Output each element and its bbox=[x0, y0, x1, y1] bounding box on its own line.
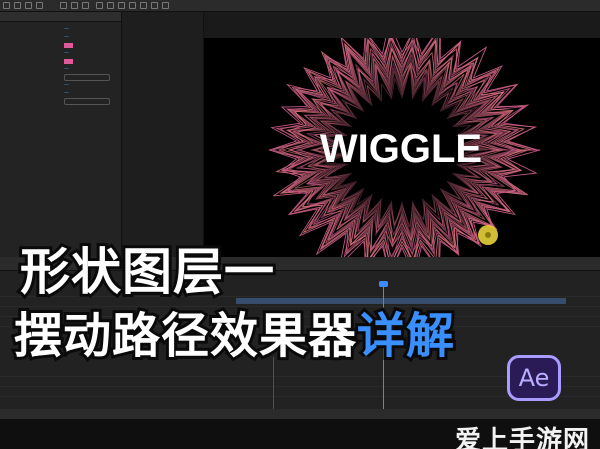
puppet-icon[interactable] bbox=[162, 2, 169, 9]
site-watermark: 爱上手游网 bbox=[454, 426, 590, 449]
fx-row[interactable]: — bbox=[0, 66, 121, 74]
fx-row[interactable] bbox=[0, 98, 121, 106]
pan-icon[interactable] bbox=[82, 2, 89, 9]
home-icon[interactable] bbox=[3, 2, 10, 9]
rotate-icon[interactable] bbox=[60, 2, 67, 9]
fx-value: — bbox=[64, 66, 69, 72]
color-swatch[interactable] bbox=[64, 59, 73, 64]
fx-row[interactable] bbox=[0, 58, 121, 66]
camera-icon[interactable] bbox=[71, 2, 78, 9]
panel-tabs bbox=[0, 12, 121, 22]
fx-value: — bbox=[64, 82, 69, 88]
reset-button[interactable] bbox=[64, 98, 110, 105]
fx-row[interactable]: — bbox=[0, 50, 121, 58]
wiggle-shape: WIGGLE bbox=[268, 38, 541, 263]
fx-row[interactable] bbox=[0, 42, 121, 50]
after-effects-logo: Ae bbox=[507, 355, 561, 401]
banner-title-accent: 详解 bbox=[354, 305, 457, 367]
banner-title-main: 摆动路径效果器 bbox=[11, 305, 359, 367]
fx-value: — bbox=[64, 50, 69, 56]
eraser-icon[interactable] bbox=[151, 2, 158, 9]
color-swatch[interactable] bbox=[64, 43, 73, 48]
hand-icon[interactable] bbox=[25, 2, 32, 9]
project-panel bbox=[122, 12, 204, 257]
banner-title-line2: 摆动路径效果器详解 bbox=[11, 296, 457, 367]
brush-icon[interactable] bbox=[129, 2, 136, 9]
status-bar bbox=[0, 409, 600, 419]
dropdown-field[interactable] bbox=[64, 74, 110, 81]
cursor-dot bbox=[485, 232, 491, 238]
fx-row[interactable]: — bbox=[0, 26, 121, 34]
viewer-title-text: WIGGLE bbox=[320, 127, 482, 171]
select-icon[interactable] bbox=[14, 2, 21, 9]
pen-icon[interactable] bbox=[107, 2, 114, 9]
fx-value: — bbox=[64, 90, 69, 96]
zoom-icon[interactable] bbox=[36, 2, 43, 9]
composition-viewer[interactable]: WIGGLE bbox=[204, 38, 600, 263]
fx-value: — bbox=[64, 26, 69, 32]
rect-icon[interactable] bbox=[96, 2, 103, 9]
fx-value: — bbox=[64, 34, 69, 40]
fx-row[interactable] bbox=[0, 74, 121, 82]
text-icon[interactable] bbox=[118, 2, 125, 9]
fx-row[interactable]: — bbox=[0, 34, 121, 42]
stamp-icon[interactable] bbox=[140, 2, 147, 9]
toolbar bbox=[0, 0, 600, 12]
banner-title-line1: 形状图层一 bbox=[17, 240, 277, 304]
fx-row[interactable]: — bbox=[0, 90, 121, 98]
fx-row[interactable]: — bbox=[0, 82, 121, 90]
effect-controls-panel: — — — — — — bbox=[0, 12, 122, 257]
